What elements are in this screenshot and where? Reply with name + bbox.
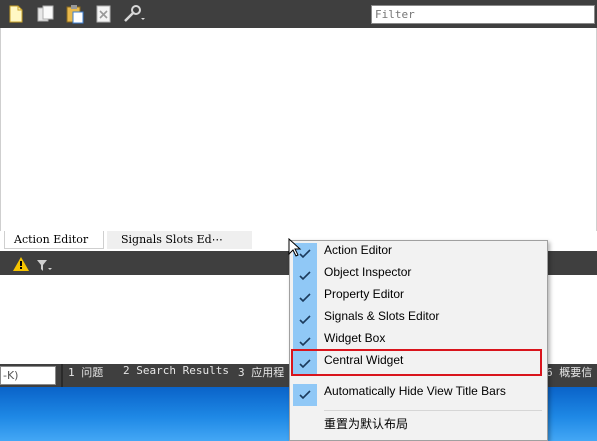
menu-item-label: 重置为默认布局 [324, 417, 409, 431]
menu-item-label: Widget Box [324, 331, 386, 345]
new-action-icon[interactable] [8, 4, 24, 24]
menu-item-label: Property Editor [324, 287, 405, 301]
menu-item-object-inspector[interactable]: Object Inspector [290, 265, 547, 287]
menu-item-action-editor[interactable]: Action Editor [290, 243, 547, 265]
check-icon [293, 309, 317, 331]
filter-input[interactable] [371, 5, 595, 24]
locator-input[interactable] [0, 366, 56, 385]
copy-icon[interactable] [36, 4, 56, 24]
menu-separator [324, 410, 542, 411]
mouse-cursor-icon [288, 237, 302, 258]
warning-icon[interactable] [13, 256, 29, 271]
menu-item-label: Automatically Hide View Title Bars [324, 384, 506, 398]
menu-item-property-editor[interactable]: Property Editor [290, 287, 547, 309]
delete-icon[interactable] [95, 4, 113, 24]
menu-item-signals-slots-editor[interactable]: Signals & Slots Editor [290, 309, 547, 331]
tab-action-editor[interactable]: Action Editor [4, 231, 104, 249]
menu-item-auto-hide-title-bars[interactable]: Automatically Hide View Title Bars [290, 384, 547, 406]
pane-button-general-messages[interactable]: 6 概要信 [546, 364, 592, 387]
settings-wrench-icon[interactable] [122, 4, 146, 24]
action-editor-toolbar [0, 0, 597, 28]
filter-icon[interactable] [37, 257, 53, 271]
check-icon [293, 287, 317, 309]
pane-button-application-output[interactable]: 3 应用程 [238, 364, 284, 387]
menu-item-label: Action Editor [324, 243, 393, 257]
check-icon [293, 265, 317, 287]
menu-item-reset-layout[interactable]: 重置为默认布局 [290, 415, 547, 437]
menu-item-label: Object Inspector [324, 265, 412, 279]
pane-button-issues[interactable]: 1 问题 [68, 364, 103, 387]
highlight-box [291, 349, 542, 376]
check-icon [293, 384, 317, 406]
menu-item-label: Signals & Slots Editor [324, 309, 440, 323]
pane-divider [61, 364, 63, 387]
action-list-area[interactable] [0, 28, 597, 231]
paste-icon[interactable] [65, 4, 85, 24]
tab-signals-slots-editor[interactable]: Signals Slots Ed⋯ [107, 231, 252, 249]
context-menu: Action Editor Object Inspector Property … [289, 240, 548, 441]
pane-button-search-results[interactable]: 2 Search Results [123, 364, 229, 387]
